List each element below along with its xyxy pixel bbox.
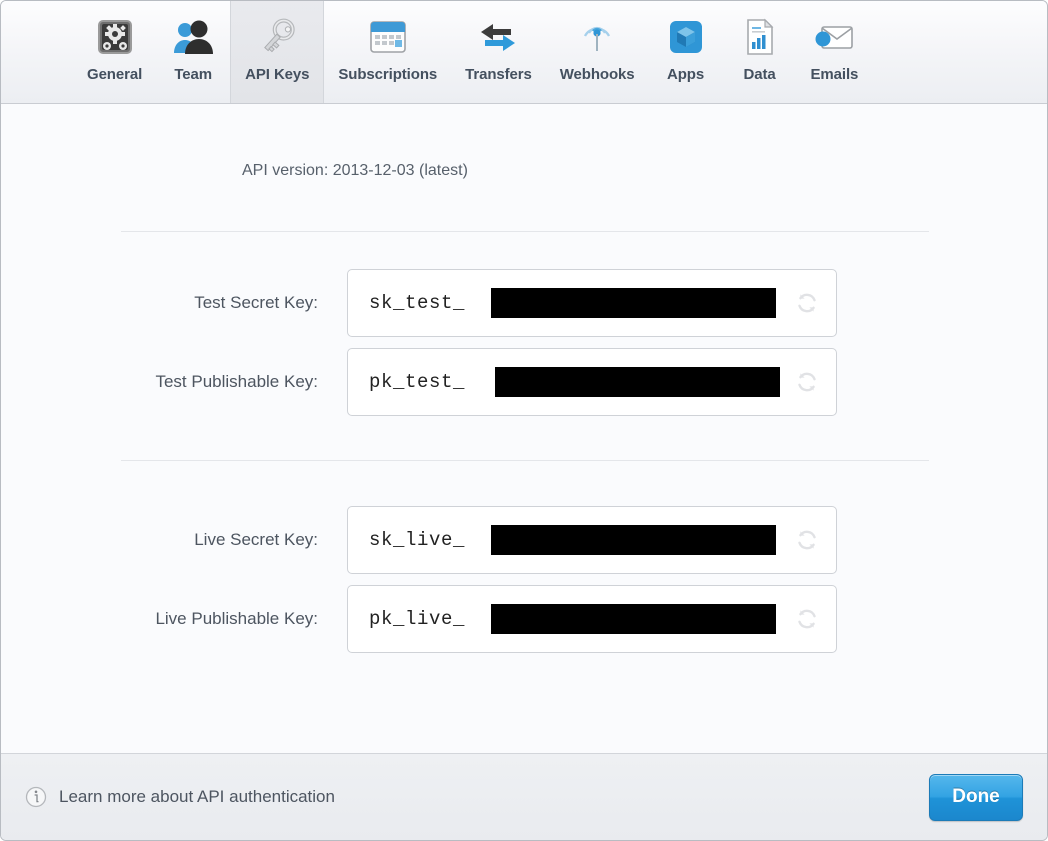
tab-general[interactable]: General [73,1,156,103]
api-version-text: API version: 2013-12-03 (latest) [242,162,468,179]
tab-api-keys-label: API Keys [245,66,310,83]
tab-emails[interactable]: Emails [797,1,873,103]
api-auth-learn-more-link[interactable]: Learn more about API authentication [59,787,335,807]
live-secret-key-prefix: sk_live_ [369,529,466,551]
test-keys-group: Test Secret Key: sk_test_ Test Publishab… [1,232,1047,416]
field-row-test-publishable-key: Test Publishable Key: pk_test_ [1,348,1047,416]
test-publishable-key-field[interactable]: pk_test_ [347,348,837,416]
test-publishable-key-value-wrap: pk_test_ [369,349,784,415]
test-secret-key-prefix: sk_test_ [369,292,466,314]
done-button[interactable]: Done [929,773,1023,821]
refresh-icon[interactable] [794,369,820,395]
info-icon [25,786,47,808]
envelope-icon [811,14,857,60]
test-secret-key-value-wrap: sk_test_ [369,270,784,336]
calendar-icon [365,14,411,60]
live-keys-group: Live Secret Key: sk_live_ Live Publishab… [1,461,1047,653]
label-live-publishable-key: Live Publishable Key: [155,609,318,628]
live-publishable-key-redaction [491,604,776,634]
tab-transfers-label: Transfers [465,66,532,83]
field-row-live-secret-key: Live Secret Key: sk_live_ [1,506,1047,574]
dialog-footer: Learn more about API authentication Done [1,753,1047,840]
settings-window: General Team API Keys Subscriptions Tran… [0,0,1048,841]
live-secret-key-field[interactable]: sk_live_ [347,506,837,574]
label-test-publishable-key: Test Publishable Key: [155,372,318,391]
transfer-arrows-icon [475,14,521,60]
tab-apps[interactable]: Apps [649,1,723,103]
tab-subscriptions[interactable]: Subscriptions [324,1,451,103]
test-secret-key-redaction [491,288,776,318]
test-publishable-key-prefix: pk_test_ [369,371,466,393]
settings-toolbar: General Team API Keys Subscriptions Tran… [1,1,1047,104]
tab-team[interactable]: Team [156,1,230,103]
refresh-icon[interactable] [794,527,820,553]
live-publishable-key-prefix: pk_live_ [369,608,466,630]
key-icon [254,14,300,60]
live-publishable-key-value-wrap: pk_live_ [369,586,784,652]
label-live-secret-key: Live Secret Key: [194,530,318,549]
tab-api-keys[interactable]: API Keys [230,1,325,103]
live-publishable-key-field[interactable]: pk_live_ [347,585,837,653]
field-row-test-secret-key: Test Secret Key: sk_test_ [1,269,1047,337]
antenna-icon [574,14,620,60]
tab-subscriptions-label: Subscriptions [338,66,438,83]
tab-team-label: Team [174,66,212,83]
tab-apps-label: Apps [666,66,705,83]
test-publishable-key-redaction [495,367,780,397]
test-secret-key-field[interactable]: sk_test_ [347,269,837,337]
tab-general-label: General [87,66,143,83]
api-keys-panel: API version: 2013-12-03 (latest) Test Se… [1,104,1047,753]
tab-data[interactable]: Data [723,1,797,103]
tab-emails-label: Emails [810,66,859,83]
chart-document-icon [737,14,783,60]
gear-icon [92,14,138,60]
tab-data-label: Data [743,66,776,83]
live-secret-key-value-wrap: sk_live_ [369,507,784,573]
tab-webhooks[interactable]: Webhooks [546,1,649,103]
cube-icon [663,14,709,60]
tab-transfers[interactable]: Transfers [451,1,546,103]
footer-info: Learn more about API authentication [25,786,335,808]
tab-webhooks-label: Webhooks [559,66,635,83]
refresh-icon[interactable] [794,606,820,632]
refresh-icon[interactable] [794,290,820,316]
live-secret-key-redaction [491,525,776,555]
label-test-secret-key: Test Secret Key: [194,293,318,312]
field-row-live-publishable-key: Live Publishable Key: pk_live_ [1,585,1047,653]
people-icon [170,14,216,60]
